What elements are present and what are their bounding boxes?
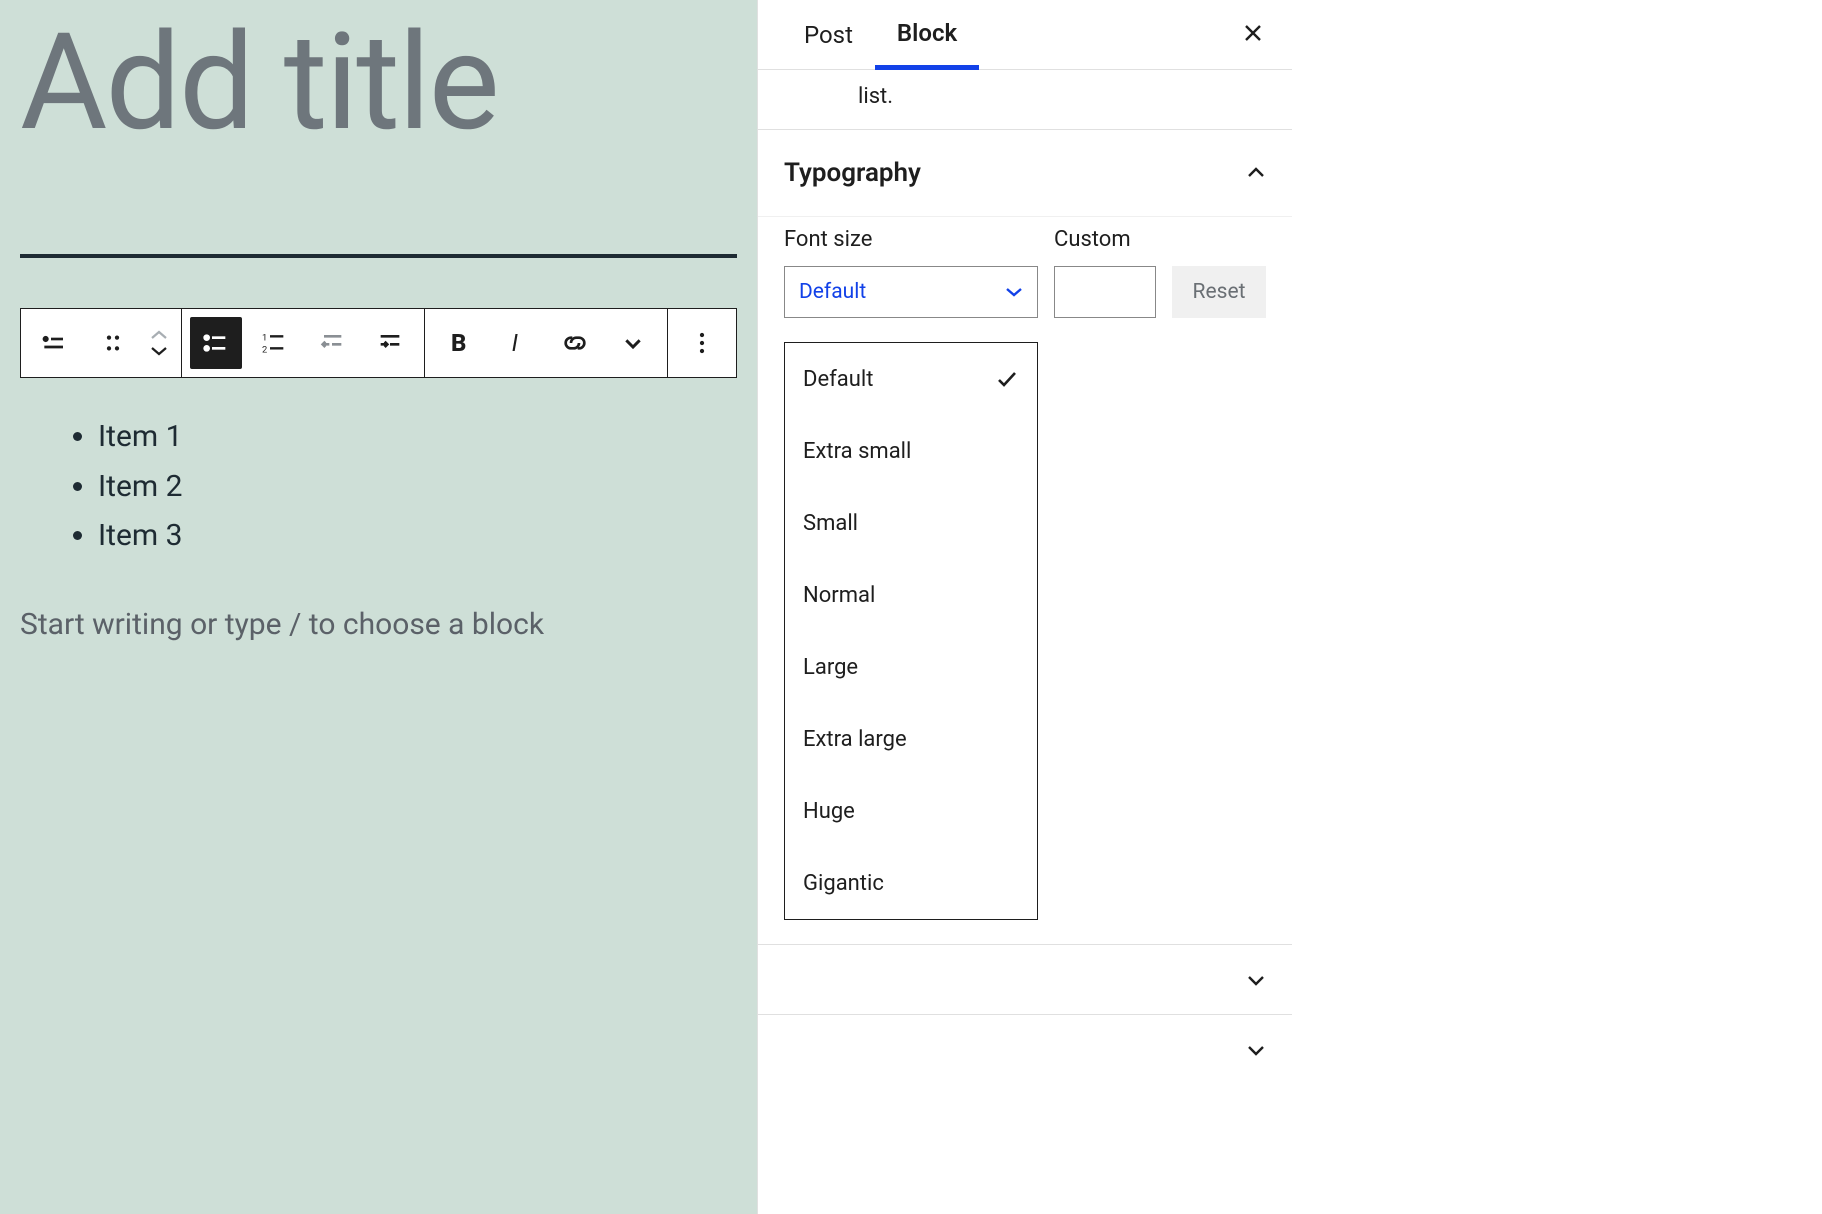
- typography-panel-body: Font size Default Custom Reset Default E…: [758, 217, 1292, 944]
- block-description: list.: [758, 70, 1292, 130]
- option-label: Huge: [803, 799, 855, 824]
- option-label: Normal: [803, 583, 875, 608]
- link-button[interactable]: [549, 317, 601, 369]
- close-sidebar-button[interactable]: [1238, 18, 1268, 51]
- chevron-up-icon: [1246, 161, 1266, 185]
- font-size-option-small[interactable]: Small: [785, 487, 1037, 559]
- sidebar-overflow-region: [1292, 0, 1822, 1214]
- font-size-option-normal[interactable]: Normal: [785, 559, 1037, 631]
- font-size-option-large[interactable]: Large: [785, 631, 1037, 703]
- toolbar-group-inline: B I: [425, 309, 668, 377]
- chevron-down-icon[interactable]: [150, 345, 168, 357]
- font-size-option-default[interactable]: Default: [785, 343, 1037, 415]
- svg-text:B: B: [451, 329, 466, 357]
- separator-block[interactable]: [20, 254, 737, 258]
- list-item[interactable]: Item 3: [98, 511, 737, 561]
- list-item[interactable]: Item 2: [98, 462, 737, 512]
- tab-block[interactable]: Block: [875, 1, 979, 70]
- toolbar-group-block: [21, 309, 182, 377]
- block-toolbar: 1 2 B: [20, 308, 737, 378]
- typography-panel-header[interactable]: Typography: [758, 130, 1292, 217]
- toolbar-group-more: [668, 309, 736, 377]
- svg-text:1: 1: [262, 332, 267, 343]
- block-type-button[interactable]: [29, 317, 81, 369]
- bulleted-list-button[interactable]: [190, 317, 242, 369]
- drag-handle[interactable]: [87, 317, 139, 369]
- collapsed-panel-2[interactable]: [758, 1014, 1292, 1084]
- block-mover[interactable]: [145, 329, 173, 357]
- font-size-select[interactable]: Default: [784, 266, 1038, 318]
- option-label: Small: [803, 511, 858, 536]
- font-size-option-extra-small[interactable]: Extra small: [785, 415, 1037, 487]
- font-size-dropdown: Default Extra small Small Normal Large E…: [784, 342, 1038, 920]
- chevron-down-icon: [1246, 1043, 1266, 1057]
- font-size-selected: Default: [799, 280, 866, 304]
- option-label: Extra small: [803, 439, 911, 464]
- option-label: Default: [803, 367, 873, 392]
- chevron-up-icon[interactable]: [150, 329, 168, 341]
- chevron-down-icon: [1246, 973, 1266, 987]
- list-block[interactable]: Item 1 Item 2 Item 3: [98, 412, 737, 561]
- numbered-list-button[interactable]: 1 2: [248, 317, 300, 369]
- svg-text:I: I: [512, 329, 519, 357]
- reset-button[interactable]: Reset: [1172, 266, 1266, 318]
- collapsed-panel-1[interactable]: [758, 944, 1292, 1014]
- custom-size-input[interactable]: [1054, 266, 1156, 318]
- font-size-option-gigantic[interactable]: Gigantic: [785, 847, 1037, 919]
- outdent-button[interactable]: [306, 317, 358, 369]
- chevron-down-icon: [1005, 286, 1023, 298]
- editor-canvas: Add title: [0, 0, 757, 1214]
- tab-post[interactable]: Post: [782, 0, 875, 69]
- check-icon: [995, 369, 1019, 389]
- toolbar-group-list: 1 2: [182, 309, 425, 377]
- sidebar-tabs: Post Block: [758, 0, 1292, 70]
- post-title-input[interactable]: Add title: [20, 6, 737, 160]
- indent-button[interactable]: [364, 317, 416, 369]
- italic-button[interactable]: I: [491, 317, 543, 369]
- more-inline-button[interactable]: [607, 317, 659, 369]
- close-icon: [1242, 22, 1264, 44]
- font-size-label: Font size: [784, 227, 1038, 252]
- font-size-option-huge[interactable]: Huge: [785, 775, 1037, 847]
- svg-text:2: 2: [262, 344, 267, 355]
- list-item[interactable]: Item 1: [98, 412, 737, 462]
- settings-sidebar: Post Block list. Typography Font size De…: [757, 0, 1292, 1214]
- typography-heading: Typography: [784, 158, 921, 188]
- option-label: Large: [803, 655, 858, 680]
- bold-button[interactable]: B: [433, 317, 485, 369]
- custom-size-label: Custom: [1054, 227, 1156, 252]
- option-label: Extra large: [803, 727, 907, 752]
- font-size-option-extra-large[interactable]: Extra large: [785, 703, 1037, 775]
- option-label: Gigantic: [803, 871, 884, 896]
- more-options-button[interactable]: [676, 317, 728, 369]
- block-appender[interactable]: Start writing or type / to choose a bloc…: [20, 607, 737, 642]
